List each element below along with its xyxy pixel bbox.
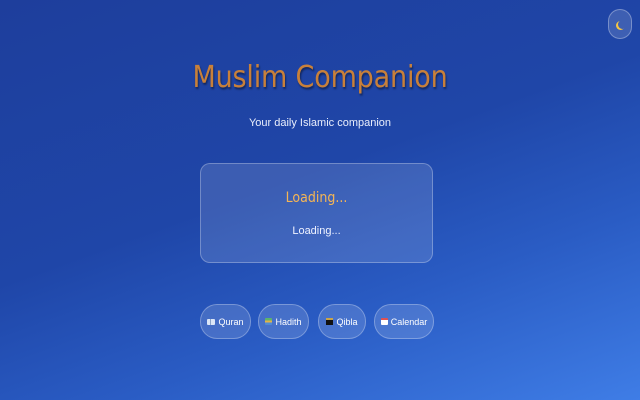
books-icon	[265, 318, 273, 325]
status-card: Loading... Loading...	[200, 163, 433, 263]
feature-nav: Quran Hadith Qibla Calendar	[0, 304, 640, 339]
quran-button-label: Quran	[218, 316, 244, 327]
quran-button[interactable]: Quran	[200, 304, 251, 339]
status-card-text: Loading...	[292, 225, 341, 237]
status-card-title: Loading...	[285, 190, 348, 206]
moon-icon	[618, 20, 627, 29]
calendar-button[interactable]: Calendar	[374, 304, 434, 339]
calendar-button-label: Calendar	[390, 316, 428, 327]
qibla-button[interactable]: Qibla	[318, 304, 366, 339]
kaaba-icon	[326, 318, 334, 325]
hadith-button-label: Hadith	[275, 316, 302, 327]
page-title: Muslim Companion	[192, 60, 448, 95]
hadith-button[interactable]: Hadith	[258, 304, 309, 339]
qibla-button-label: Qibla	[336, 316, 358, 327]
theme-toggle-button[interactable]	[608, 9, 632, 39]
book-icon	[207, 318, 216, 325]
page-subtitle: Your daily Islamic companion	[248, 117, 392, 129]
calendar-icon	[380, 318, 388, 325]
